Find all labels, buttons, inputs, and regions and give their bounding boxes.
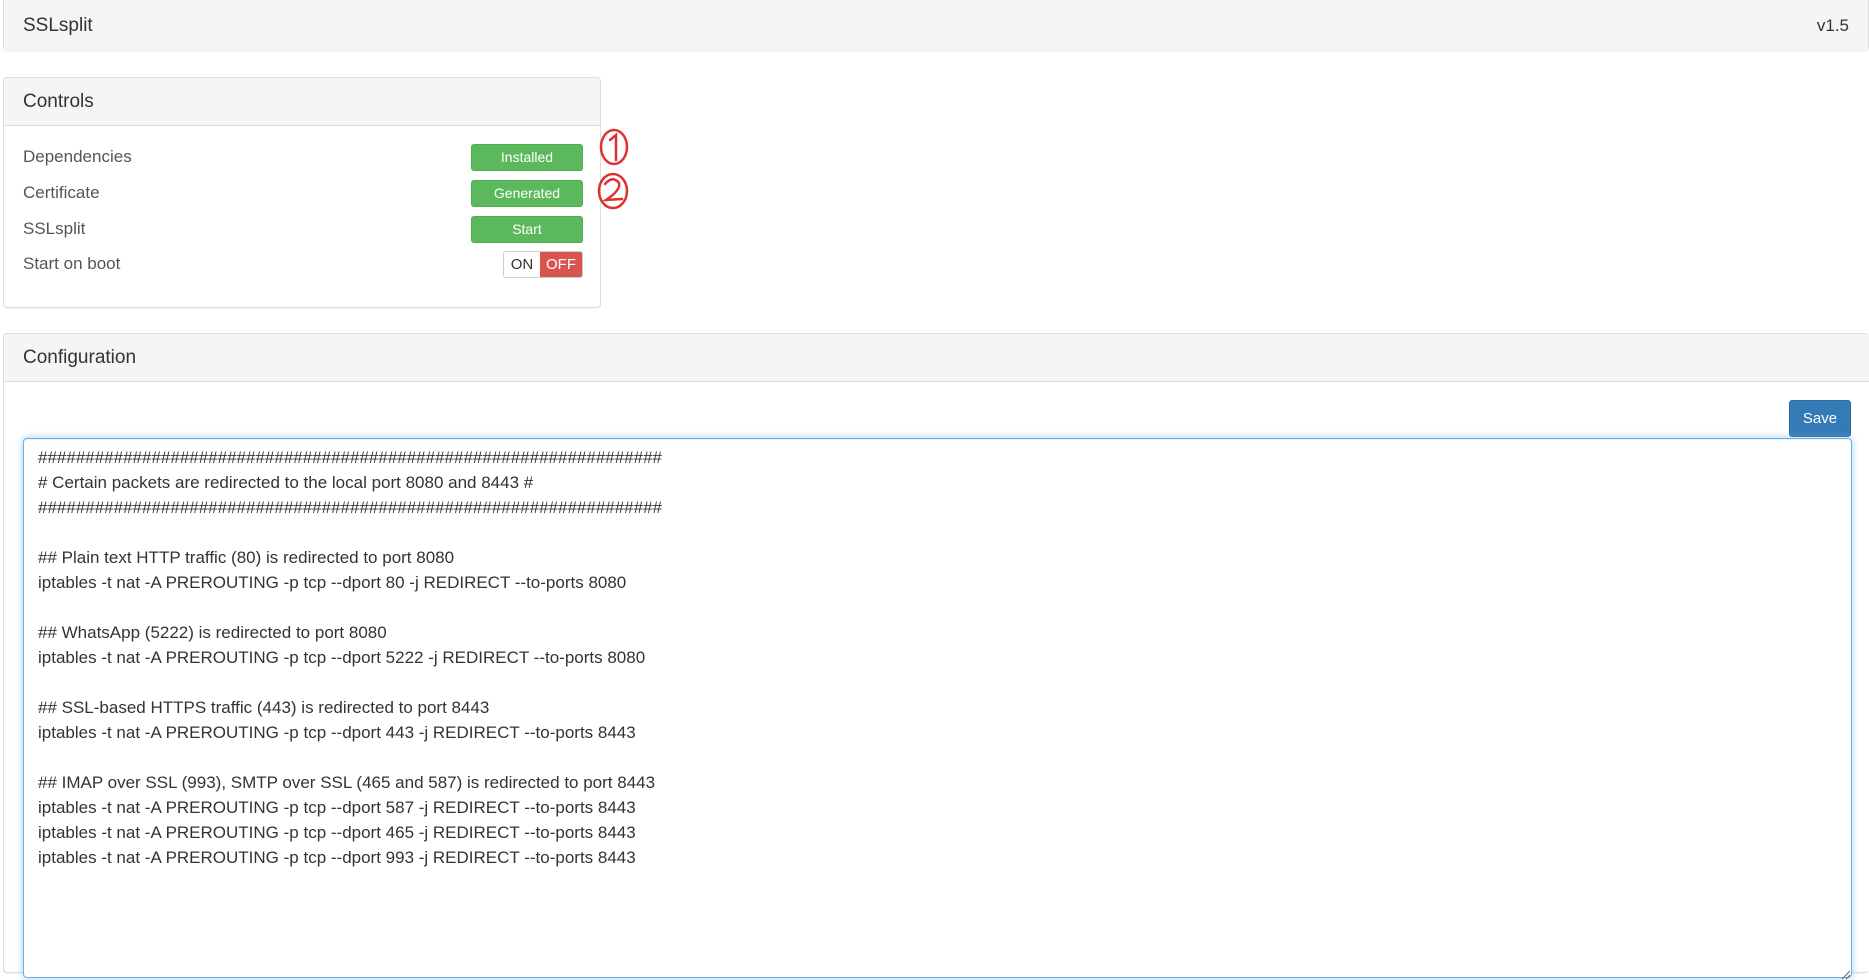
start-on-boot-label: Start on boot [23,254,121,273]
dependencies-installed-button[interactable]: Installed [471,143,583,171]
start-on-boot-toggle[interactable]: ON OFF [503,250,583,278]
configuration-panel: Configuration Save #####################… [3,333,1869,980]
app-header: SSLsplit v1.5 [3,0,1869,51]
annotation-number-1: 1 [597,126,629,166]
app-version: v1.5 [1816,16,1849,35]
certificate-row: Certificate Generated [23,178,583,208]
app-header-bar: SSLsplit v1.5 [4,0,1868,51]
controls-title: Controls [23,90,94,112]
resize-grip-icon[interactable] [1839,968,1851,980]
certificate-label: Certificate [23,183,100,202]
toggle-off-option[interactable]: OFF [540,251,582,277]
certificate-generated-button[interactable]: Generated [471,179,583,207]
save-button[interactable]: Save [1789,400,1851,437]
dependencies-label: Dependencies [23,147,132,166]
dependencies-row: Dependencies Installed [23,142,583,172]
app-title: SSLsplit [23,15,93,36]
sslsplit-start-button[interactable]: Start [471,215,583,243]
configuration-editor[interactable]: ########################################… [23,438,1852,978]
sslsplit-row: SSLsplit Start [23,214,583,244]
controls-panel: Controls Dependencies Installed Certific… [3,77,601,308]
annotation-1-text: 1 [597,126,598,127]
configuration-title: Configuration [23,346,137,368]
annotation-number-2: 2 [595,170,629,210]
start-on-boot-row: Start on boot ON OFF [23,249,583,279]
toggle-on-option[interactable]: ON [504,251,540,277]
annotation-2-text: 2 [595,170,596,171]
controls-heading: Controls [4,78,600,126]
configuration-heading: Configuration [4,334,1869,382]
sslsplit-label: SSLsplit [23,219,86,238]
